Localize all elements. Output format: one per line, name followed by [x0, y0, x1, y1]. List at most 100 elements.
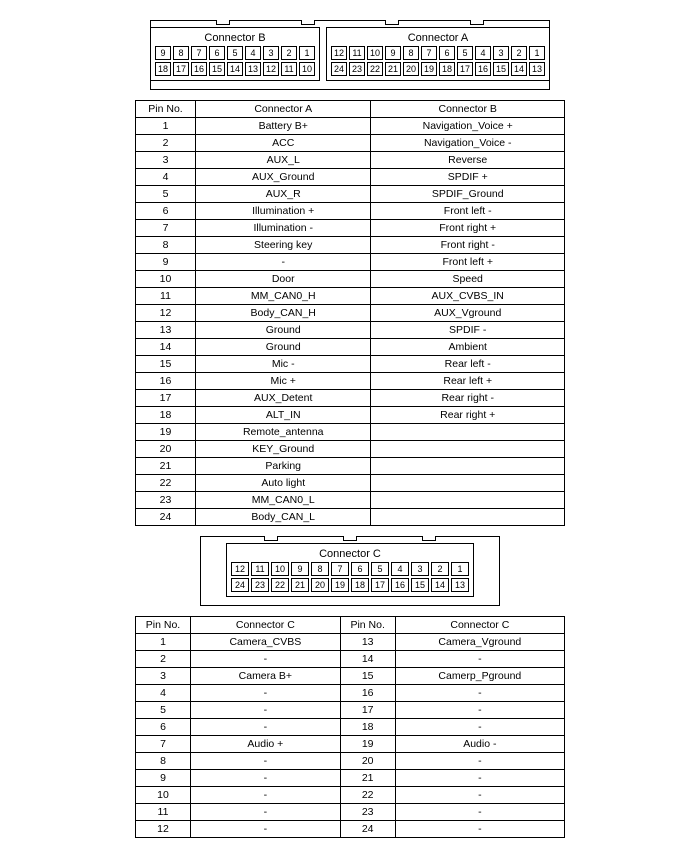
table-cell: Body_CAN_L — [196, 509, 371, 526]
pin-cell: 15 — [411, 578, 429, 592]
connector-diagram-ab: Connector B 987654321181716151413121110 … — [150, 20, 550, 90]
pin-cell: 12 — [331, 46, 347, 60]
table-cell: MM_CAN0_H — [196, 288, 371, 305]
table-cell: 18 — [340, 719, 395, 736]
pin-cell: 19 — [331, 578, 349, 592]
table-cell: 3 — [136, 668, 191, 685]
pin-cell: 11 — [281, 62, 297, 76]
table-cell: MM_CAN0_L — [196, 492, 371, 509]
pin-cell: 24 — [231, 578, 249, 592]
connector-diagram-c: Connector C 1211109876543212423222120191… — [200, 536, 500, 606]
table-cell — [371, 424, 565, 441]
pin-cell: 17 — [173, 62, 189, 76]
table-cell: Camera_CVBS — [191, 634, 341, 651]
pin-cell: 9 — [385, 46, 401, 60]
table-header: Pin No. — [340, 617, 395, 634]
table-cell: 6 — [136, 203, 196, 220]
table-cell: Front right - — [371, 237, 565, 254]
pin-cell: 7 — [191, 46, 207, 60]
pin-cell: 18 — [439, 62, 455, 76]
pin-cell: 13 — [245, 62, 261, 76]
table-cell: - — [395, 787, 564, 804]
pin-cell: 8 — [311, 562, 329, 576]
table-cell: 10 — [136, 787, 191, 804]
table-cell: Front left - — [371, 203, 565, 220]
table-cell: 17 — [136, 390, 196, 407]
table-cell: - — [395, 804, 564, 821]
table-cell: Battery B+ — [196, 118, 371, 135]
table-cell: Navigation_Voice - — [371, 135, 565, 152]
pin-cell: 6 — [209, 46, 225, 60]
pin-cell: 3 — [263, 46, 279, 60]
table-cell: Ground — [196, 339, 371, 356]
table-row: 9-Front left + — [136, 254, 565, 271]
table-cell: 2 — [136, 651, 191, 668]
pin-cell: 5 — [457, 46, 473, 60]
pin-cell: 1 — [299, 46, 315, 60]
table-cell: Audio + — [191, 736, 341, 753]
connector-a-block: Connector A 1211109876543212423222120191… — [326, 27, 550, 81]
table-cell: 12 — [136, 821, 191, 838]
table-cell: - — [395, 821, 564, 838]
pin-cell: 17 — [371, 578, 389, 592]
pin-cell: 9 — [291, 562, 309, 576]
pin-cell: 14 — [511, 62, 527, 76]
pin-cell: 4 — [475, 46, 491, 60]
table-row: 8Steering keyFront right - — [136, 237, 565, 254]
pin-cell: 13 — [529, 62, 545, 76]
table-cell: 15 — [136, 356, 196, 373]
table-row: 10-22- — [136, 787, 565, 804]
table-cell: Camerp_Pground — [395, 668, 564, 685]
table-row: 18ALT_INRear right + — [136, 407, 565, 424]
pin-cell: 10 — [299, 62, 315, 76]
table-cell: 5 — [136, 702, 191, 719]
pin-cell: 14 — [227, 62, 243, 76]
table-cell: AUX_Detent — [196, 390, 371, 407]
table-cell: 7 — [136, 220, 196, 237]
pin-cell: 1 — [529, 46, 545, 60]
table-cell: 1 — [136, 634, 191, 651]
table-cell: 1 — [136, 118, 196, 135]
pin-cell: 21 — [385, 62, 401, 76]
table-cell: 24 — [340, 821, 395, 838]
table-cell: 20 — [340, 753, 395, 770]
table-row: 17AUX_DetentRear right - — [136, 390, 565, 407]
table-header: Connector C — [395, 617, 564, 634]
table-row: 2-14- — [136, 651, 565, 668]
pin-cell: 3 — [493, 46, 509, 60]
table-cell: 13 — [340, 634, 395, 651]
table-cell: - — [395, 770, 564, 787]
pin-table-ab: Pin No.Connector AConnector B 1Battery B… — [135, 100, 565, 526]
table-cell: - — [395, 651, 564, 668]
table-row: 10DoorSpeed — [136, 271, 565, 288]
table-cell: Reverse — [371, 152, 565, 169]
table-cell: 16 — [340, 685, 395, 702]
pin-cell: 15 — [493, 62, 509, 76]
table-cell: 23 — [340, 804, 395, 821]
pin-cell: 23 — [251, 578, 269, 592]
table-cell: 11 — [136, 288, 196, 305]
table-cell: 4 — [136, 685, 191, 702]
table-header: Connector C — [191, 617, 341, 634]
pin-cell: 6 — [439, 46, 455, 60]
table-row: 5AUX_RSPDIF_Ground — [136, 186, 565, 203]
table-cell: Front right + — [371, 220, 565, 237]
table-row: 4-16- — [136, 685, 565, 702]
table-cell: AUX_Ground — [196, 169, 371, 186]
table-row: 19Remote_antenna — [136, 424, 565, 441]
pin-cell: 11 — [349, 46, 365, 60]
table-cell — [371, 475, 565, 492]
table-cell: 19 — [340, 736, 395, 753]
connector-b-title: Connector B — [155, 32, 315, 44]
table-cell: Parking — [196, 458, 371, 475]
table-cell: Rear left + — [371, 373, 565, 390]
table-row: 11MM_CAN0_HAUX_CVBS_IN — [136, 288, 565, 305]
table-cell: - — [395, 685, 564, 702]
pin-cell: 16 — [191, 62, 207, 76]
pin-table-c: Pin No.Connector CPin No.Connector C 1Ca… — [135, 616, 565, 838]
table-cell: - — [191, 719, 341, 736]
table-cell: - — [191, 702, 341, 719]
table-row: 1Camera_CVBS13Camera_Vground — [136, 634, 565, 651]
pin-cell: 21 — [291, 578, 309, 592]
table-cell: 8 — [136, 237, 196, 254]
